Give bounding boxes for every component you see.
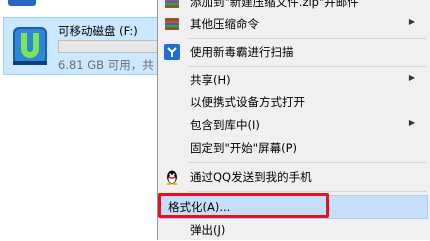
explorer-pane: 可移动磁盘 (F:) 6.81 GB 可用，共 <box>0 0 158 238</box>
menu-item-eject[interactable]: 弹出(J) <box>158 219 430 241</box>
menu-item-include-library[interactable]: 包含到库中(I) ▶ <box>158 114 430 136</box>
menu-item-qq-send[interactable]: 通过QQ发送到我的手机 <box>158 166 430 188</box>
usb-drive-icon <box>13 27 47 65</box>
drive-icon-partial[interactable] <box>8 0 36 6</box>
format-highlight-box <box>158 193 329 218</box>
drive-tile-f[interactable]: 可移动磁盘 (F:) 6.81 GB 可用，共 <box>3 17 158 75</box>
menu-separator <box>188 38 426 39</box>
menu-separator <box>188 162 426 163</box>
menu-item-share[interactable]: 共享(H) ▶ <box>158 69 430 91</box>
archive-icon <box>165 0 179 8</box>
menu-separator <box>188 191 426 192</box>
submenu-arrow-icon: ▶ <box>408 73 415 82</box>
drive-free-space: 6.81 GB 可用，共 <box>58 58 154 72</box>
submenu-arrow-icon: ▶ <box>408 118 415 127</box>
drive-usage-fill <box>59 41 61 52</box>
submenu-arrow-icon: ▶ <box>408 17 415 26</box>
menu-item-other-compress[interactable]: 其他压缩命令 ▶ <box>158 13 430 35</box>
drive-usage-bar <box>58 40 158 53</box>
menu-item-add-zip-email[interactable]: 添加到"新建压缩文件.zip"并邮件 <box>158 0 430 13</box>
menu-item-pin-start[interactable]: 固定到"开始"屏幕(P) <box>158 137 430 159</box>
archive-icon <box>165 18 179 30</box>
menu-separator <box>188 66 426 67</box>
shield-icon <box>164 44 180 60</box>
qq-penguin-icon <box>166 170 178 185</box>
menu-item-duba-scan[interactable]: 使用新毒霸进行扫描 <box>158 41 430 63</box>
menu-item-open-portable[interactable]: 以便携式设备方式打开 <box>158 91 430 113</box>
drive-name: 可移动磁盘 (F:) <box>58 24 138 38</box>
